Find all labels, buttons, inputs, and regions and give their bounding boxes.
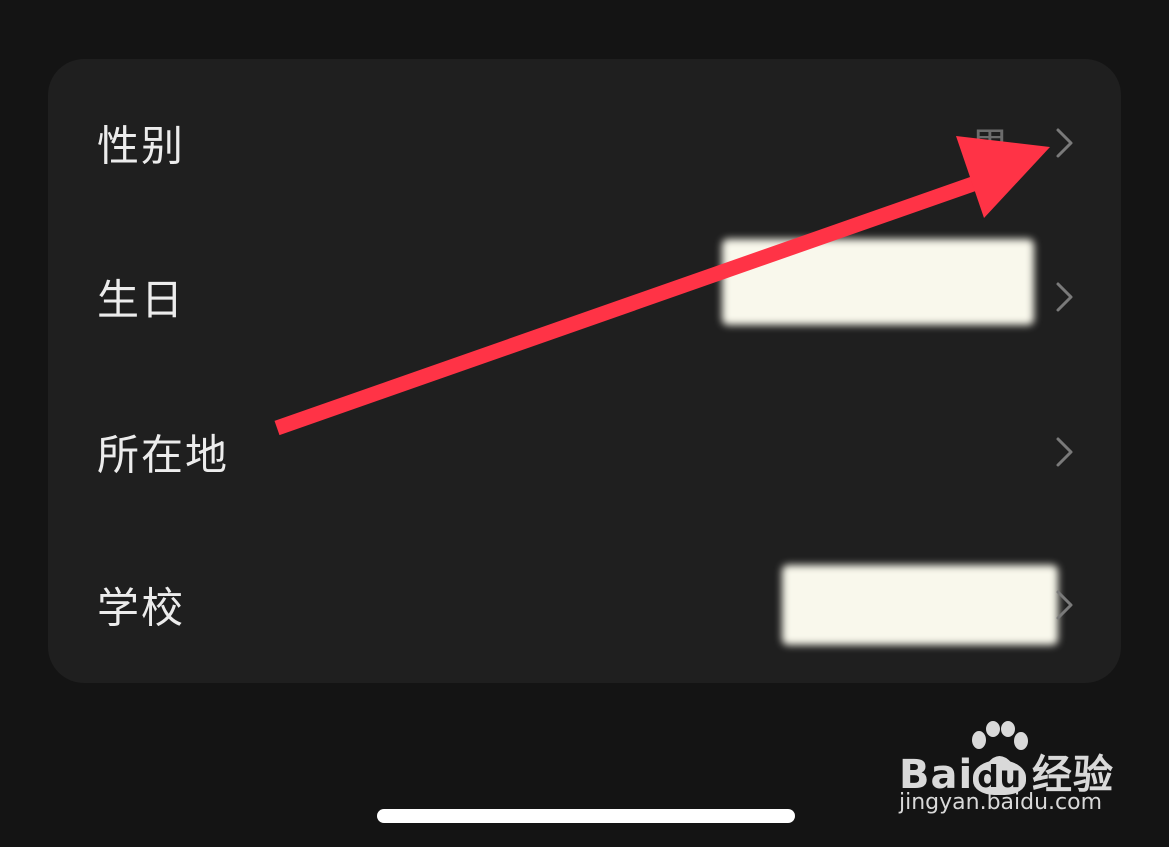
school-label: 学校: [97, 583, 186, 633]
profile-settings-card: 性别 男 生日 1985-0 所在地 学校 重庆: [48, 59, 1121, 683]
gender-row[interactable]: 性别 男: [48, 65, 1121, 221]
redaction-mark: [782, 565, 1058, 645]
chevron-right-icon[interactable]: [1055, 127, 1075, 159]
location-row[interactable]: 所在地: [48, 374, 1121, 530]
chevron-right-icon[interactable]: [1055, 281, 1075, 313]
baidu-jingyan-watermark: Bai du 经验 jingyan.baidu.com: [895, 720, 1115, 820]
gender-value: 男: [970, 124, 1009, 169]
gender-label: 性别: [97, 121, 186, 171]
chevron-right-icon[interactable]: [1055, 589, 1075, 621]
birthday-label: 生日: [97, 275, 186, 325]
location-label: 所在地: [97, 430, 230, 480]
redaction-mark: [722, 239, 1034, 325]
school-row[interactable]: 学校 重庆: [48, 527, 1121, 683]
home-indicator[interactable]: [377, 809, 795, 823]
watermark-url: jingyan.baidu.com: [899, 790, 1103, 815]
birthday-row[interactable]: 生日 1985-0: [48, 219, 1121, 375]
chevron-right-icon[interactable]: [1055, 436, 1075, 468]
screen: 性别 男 生日 1985-0 所在地 学校 重庆: [0, 0, 1169, 847]
